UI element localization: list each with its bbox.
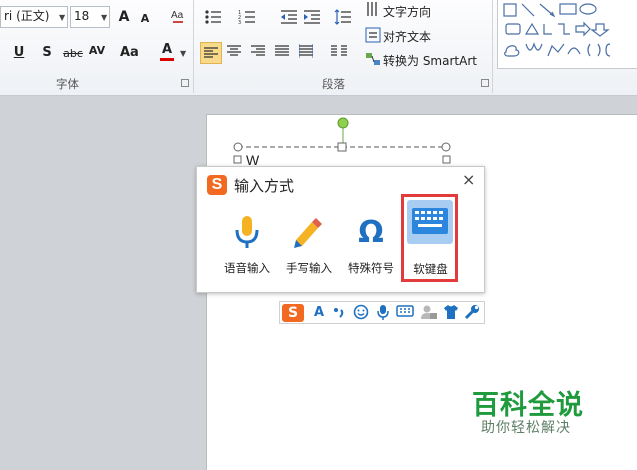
numbering-button[interactable]: 123 — [237, 9, 257, 31]
wrench-glyph — [464, 305, 479, 320]
clear-format-button[interactable]: Aa — [168, 7, 188, 31]
mic-glyph — [377, 305, 389, 320]
bullets-icon — [205, 10, 221, 24]
keyboard-icon — [407, 200, 453, 244]
font-color-button[interactable]: A — [160, 42, 174, 61]
paragraph-group-label: 段落 — [322, 77, 345, 91]
clear-format-icon: Aa — [171, 10, 184, 23]
paragraph-dialog-launcher[interactable] — [481, 79, 489, 87]
columns-button[interactable] — [330, 44, 348, 64]
font-icon[interactable]: A — [310, 304, 328, 322]
font-size-value: 18 — [74, 9, 90, 23]
text-direction-icon — [367, 2, 377, 16]
group-divider — [492, 0, 493, 93]
distribute-button[interactable] — [298, 44, 314, 64]
align-right-icon — [251, 45, 265, 56]
decrease-indent-button[interactable] — [280, 9, 298, 31]
line-spacing-icon — [334, 9, 351, 25]
chevron-down-icon: ▼ — [59, 13, 66, 22]
bullets-button[interactable] — [203, 9, 223, 31]
soft-keyboard-option[interactable]: 软键盘 — [401, 194, 458, 282]
increase-indent-button[interactable] — [303, 9, 321, 31]
punctuation-icon[interactable] — [330, 304, 348, 322]
wrench-icon[interactable] — [463, 304, 481, 322]
keyboard-icon[interactable] — [396, 304, 414, 322]
svg-text:Ω: Ω — [358, 215, 384, 250]
align-right-button[interactable] — [250, 44, 266, 64]
svg-text:Aa: Aa — [171, 10, 184, 21]
align-center-icon — [227, 45, 241, 56]
ime-toolbar: S A — [279, 301, 485, 324]
smartart-icon — [366, 53, 380, 65]
columns-icon — [331, 45, 347, 56]
distribute-icon — [298, 44, 314, 58]
font-name-value: ri (正文) — [4, 9, 50, 23]
underline-button[interactable]: U — [12, 44, 26, 62]
special-symbols-label: 特殊符号 — [348, 261, 394, 275]
soft-keyboard-label: 软键盘 — [413, 262, 448, 276]
voice-input-label: 语音输入 — [224, 261, 270, 275]
emoji-icon[interactable] — [352, 304, 370, 322]
char-spacing-button[interactable]: AV — [88, 42, 106, 60]
line-spacing-button[interactable] — [334, 9, 352, 31]
input-method-dialog: S 输入方式 × 语音输入 手写输入 Ω 特殊符号 软键盘 — [196, 166, 485, 293]
align-left-button[interactable] — [200, 42, 222, 64]
text-direction-button[interactable] — [365, 1, 381, 23]
punctuation-glyph — [334, 308, 344, 318]
change-case-button[interactable]: Aa — [120, 44, 139, 62]
font-dialog-launcher[interactable] — [181, 79, 189, 87]
pencil-icon — [294, 218, 322, 248]
sogou-logo-icon[interactable]: S — [282, 304, 304, 322]
align-left-icon — [204, 47, 218, 58]
voice-input-option[interactable]: 语音输入 — [217, 167, 277, 287]
handwriting-input-label: 手写输入 — [286, 261, 332, 275]
chevron-down-icon: ▼ — [180, 49, 187, 58]
justify-button[interactable] — [274, 44, 290, 64]
special-symbols-option[interactable]: Ω 特殊符号 — [341, 167, 401, 287]
smartart-button[interactable] — [365, 51, 381, 73]
numbering-icon: 123 — [238, 10, 255, 26]
keyboard-glyph — [396, 305, 414, 317]
chevron-down-icon: ▼ — [101, 13, 108, 22]
smiley-glyph — [353, 304, 369, 320]
shapes-gallery[interactable] — [497, 0, 637, 69]
svg-text:3: 3 — [238, 20, 241, 25]
align-center-button[interactable] — [226, 44, 242, 64]
handwriting-input-option[interactable]: 手写输入 — [279, 167, 339, 287]
watermark-subtitle: 助你轻松解决 — [481, 420, 571, 436]
shadow-button[interactable]: S — [40, 44, 54, 62]
align-text-icon — [365, 27, 381, 43]
decrease-indent-icon — [281, 10, 297, 24]
font-name-select[interactable]: ri (正文) — [0, 6, 68, 28]
text-direction-label: 文字方向 — [383, 5, 432, 19]
group-divider — [193, 0, 194, 93]
smartart-label: 转换为 SmartArt — [383, 54, 477, 68]
align-text-label: 对齐文本 — [383, 30, 432, 44]
strikethrough-button[interactable]: abc — [62, 45, 84, 63]
omega-icon: Ω — [358, 215, 384, 250]
user-glyph — [421, 305, 437, 319]
microphone-icon — [235, 216, 259, 248]
grow-font-button[interactable]: A — [116, 8, 132, 26]
align-text-button[interactable] — [365, 27, 381, 49]
shrink-font-button[interactable]: A — [138, 10, 152, 28]
font-group-label: 字体 — [56, 77, 79, 91]
increase-indent-icon — [304, 10, 320, 24]
close-icon[interactable]: × — [462, 170, 475, 189]
microphone-icon[interactable] — [374, 304, 392, 322]
user-icon[interactable] — [420, 304, 438, 322]
tshirt-glyph — [444, 305, 458, 319]
skin-icon[interactable] — [442, 304, 460, 322]
shapes-icon — [503, 3, 611, 57]
justify-icon — [275, 45, 289, 56]
ribbon: ri (正文) ▼ 18 ▼ A A Aa U S abc AV Aa A ▼ … — [0, 0, 637, 96]
